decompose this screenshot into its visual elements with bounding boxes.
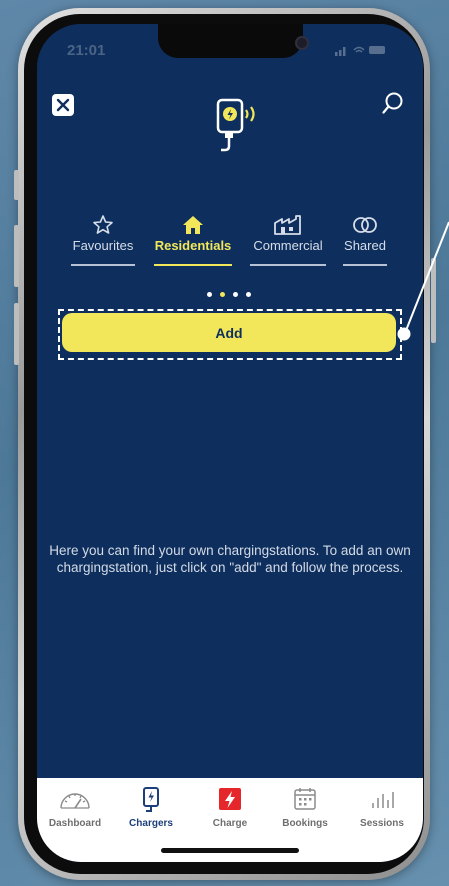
nav-item-charge[interactable]: Charge — [192, 786, 268, 829]
nav-item-chargers[interactable]: Chargers — [113, 786, 189, 829]
empty-state-text: Here you can find your own chargingstati… — [49, 543, 411, 575]
add-button[interactable]: Add — [62, 313, 396, 352]
search-button[interactable] — [382, 92, 404, 116]
tab-underline — [250, 264, 326, 266]
page-indicator — [207, 292, 257, 298]
tab-underline — [71, 264, 135, 266]
house-icon — [183, 216, 203, 234]
nav-item-sessions[interactable]: Sessions — [344, 786, 420, 829]
nav-item-dashboard[interactable]: Dashboard — [37, 786, 113, 829]
category-tabs: Favourites Residentials Commercial Share… — [37, 214, 423, 270]
search-icon — [382, 92, 403, 114]
nav-label-charge: Charge — [212, 818, 248, 829]
close-icon — [56, 98, 70, 112]
tab-residentials-label: Residentials — [154, 238, 232, 253]
tab-shared-label: Shared — [344, 238, 386, 253]
nav-item-bookings[interactable]: Bookings — [267, 786, 343, 829]
calendar-icon — [294, 788, 316, 810]
page-dot-active[interactable] — [220, 292, 225, 297]
app-screen: 21:01 Favourites Residentials Commercial… — [37, 24, 423, 862]
power-button — [431, 258, 436, 343]
tab-commercial[interactable]: Commercial — [250, 214, 326, 266]
lightning-icon — [219, 788, 241, 810]
status-time: 21:01 — [67, 42, 106, 59]
page-dot[interactable] — [246, 292, 251, 297]
nav-label-sessions: Sessions — [360, 818, 404, 829]
bar-chart-icon — [372, 792, 394, 808]
volume-down-button — [14, 303, 19, 365]
nav-label-bookings: Bookings — [282, 818, 328, 829]
tab-favourites[interactable]: Favourites — [71, 214, 135, 266]
page-dot[interactable] — [207, 292, 212, 297]
nav-label-chargers: Chargers — [129, 818, 173, 829]
nav-label-dashboard: Dashboard — [48, 818, 102, 829]
tab-underline — [343, 264, 387, 266]
status-icons — [335, 46, 385, 56]
gauge-icon — [60, 793, 90, 809]
tab-residentials[interactable]: Residentials — [154, 214, 232, 266]
star-icon — [93, 215, 113, 234]
notch — [158, 24, 309, 58]
charger-card-icon — [211, 98, 267, 160]
volume-up-button — [14, 225, 19, 287]
close-button[interactable] — [52, 94, 74, 116]
tab-favourites-label: Favourites — [72, 238, 134, 253]
home-indicator[interactable] — [161, 848, 299, 853]
page-dot[interactable] — [233, 292, 238, 297]
silent-switch — [14, 170, 19, 200]
tab-shared[interactable]: Shared — [343, 214, 387, 266]
rings-icon — [353, 217, 377, 233]
tab-commercial-label: Commercial — [253, 238, 323, 253]
factory-icon — [274, 215, 301, 235]
charger-icon — [143, 787, 159, 812]
tab-underline-active — [154, 264, 232, 266]
camera-icon — [295, 36, 309, 50]
